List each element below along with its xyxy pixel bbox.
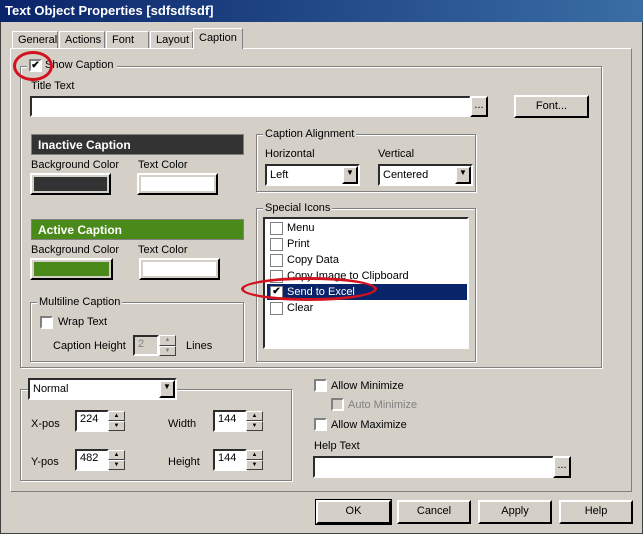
highlight-circle xyxy=(241,277,377,301)
tab-font[interactable]: Font xyxy=(106,31,149,49)
horizontal-label: Horizontal xyxy=(265,148,315,160)
help-text-label: Help Text xyxy=(314,440,360,452)
wrap-text-checkbox[interactable] xyxy=(40,316,53,329)
title-text-input[interactable] xyxy=(30,96,471,117)
show-caption-label: Show Caption xyxy=(45,59,114,71)
list-item[interactable]: Clear xyxy=(267,300,467,316)
help-button[interactable]: Help xyxy=(559,500,633,524)
caption-height-label: Caption Height xyxy=(53,340,126,352)
special-icons-label: Special Icons xyxy=(263,202,333,214)
caption-height-spinner[interactable]: ▲ ▼ xyxy=(159,335,176,356)
position-mode-select[interactable]: Normal xyxy=(28,378,177,400)
title-text-label: Title Text xyxy=(31,80,75,92)
allow-maximize-label: Allow Maximize xyxy=(331,419,407,431)
multiline-caption-label: Multiline Caption xyxy=(37,296,123,308)
caption-alignment-label: Caption Alignment xyxy=(263,128,357,140)
ok-button[interactable]: OK xyxy=(315,499,392,525)
tab-actions[interactable]: Actions xyxy=(59,31,105,49)
width-label: Width xyxy=(168,418,197,430)
caption-height-input[interactable]: 2 xyxy=(133,335,159,356)
active-caption-preview: Active Caption xyxy=(31,219,244,240)
height-spinner[interactable]: ▲ ▼ xyxy=(246,450,263,470)
list-item[interactable]: Copy Data xyxy=(267,252,467,268)
inactive-text-color-label: Text Color xyxy=(138,159,188,171)
allow-minimize-label: Allow Minimize xyxy=(331,380,404,392)
list-item[interactable]: Print xyxy=(267,236,467,252)
auto-minimize-label: Auto Minimize xyxy=(348,399,418,411)
cancel-button[interactable]: Cancel xyxy=(397,500,471,524)
tab-general[interactable]: General xyxy=(12,31,58,49)
inactive-text-color-button[interactable] xyxy=(137,173,218,195)
allow-minimize-checkbox[interactable] xyxy=(314,379,327,392)
xpos-label: X-pos xyxy=(31,418,60,430)
ypos-label: Y-pos xyxy=(31,456,59,468)
xpos-input[interactable]: 224 xyxy=(75,410,109,432)
chevron-down-icon[interactable]: ▼ xyxy=(342,166,358,184)
chevron-down-icon[interactable]: ▼ xyxy=(455,166,471,184)
height-input[interactable]: 144 xyxy=(213,449,247,471)
highlight-circle xyxy=(13,51,53,81)
apply-button[interactable]: Apply xyxy=(478,500,552,524)
chevron-down-icon[interactable]: ▼ xyxy=(159,380,175,398)
width-spinner[interactable]: ▲ ▼ xyxy=(246,411,263,431)
active-bg-color-button[interactable] xyxy=(30,258,113,280)
inactive-bg-color-button[interactable] xyxy=(30,173,111,195)
help-text-input[interactable] xyxy=(313,456,554,478)
lines-label: Lines xyxy=(186,340,213,352)
allow-maximize-checkbox[interactable] xyxy=(314,418,327,431)
active-text-color-button[interactable] xyxy=(139,258,220,280)
width-input[interactable]: 144 xyxy=(213,410,247,432)
height-label: Height xyxy=(168,456,200,468)
active-bg-color-label: Background Color xyxy=(31,244,120,256)
font-button[interactable]: Font... xyxy=(514,95,589,118)
ypos-spinner[interactable]: ▲ ▼ xyxy=(108,450,125,470)
list-item[interactable]: Menu xyxy=(267,220,467,236)
xpos-spinner[interactable]: ▲ ▼ xyxy=(108,411,125,431)
inactive-bg-color-label: Background Color xyxy=(31,159,120,171)
tab-layout[interactable]: Layout xyxy=(150,31,193,49)
vertical-label: Vertical xyxy=(378,148,415,160)
inactive-caption-preview: Inactive Caption xyxy=(31,134,244,155)
active-text-color-label: Text Color xyxy=(138,244,188,256)
tab-caption[interactable]: Caption xyxy=(193,28,243,49)
wrap-text-label: Wrap Text xyxy=(58,316,108,328)
auto-minimize-checkbox[interactable] xyxy=(331,398,344,411)
ypos-input[interactable]: 482 xyxy=(75,449,109,471)
title-bar: Text Object Properties [sdfsdfsdf] xyxy=(0,0,643,22)
title-text-browse-button[interactable]: ... xyxy=(470,96,488,117)
help-text-browse-button[interactable]: ... xyxy=(553,456,571,478)
